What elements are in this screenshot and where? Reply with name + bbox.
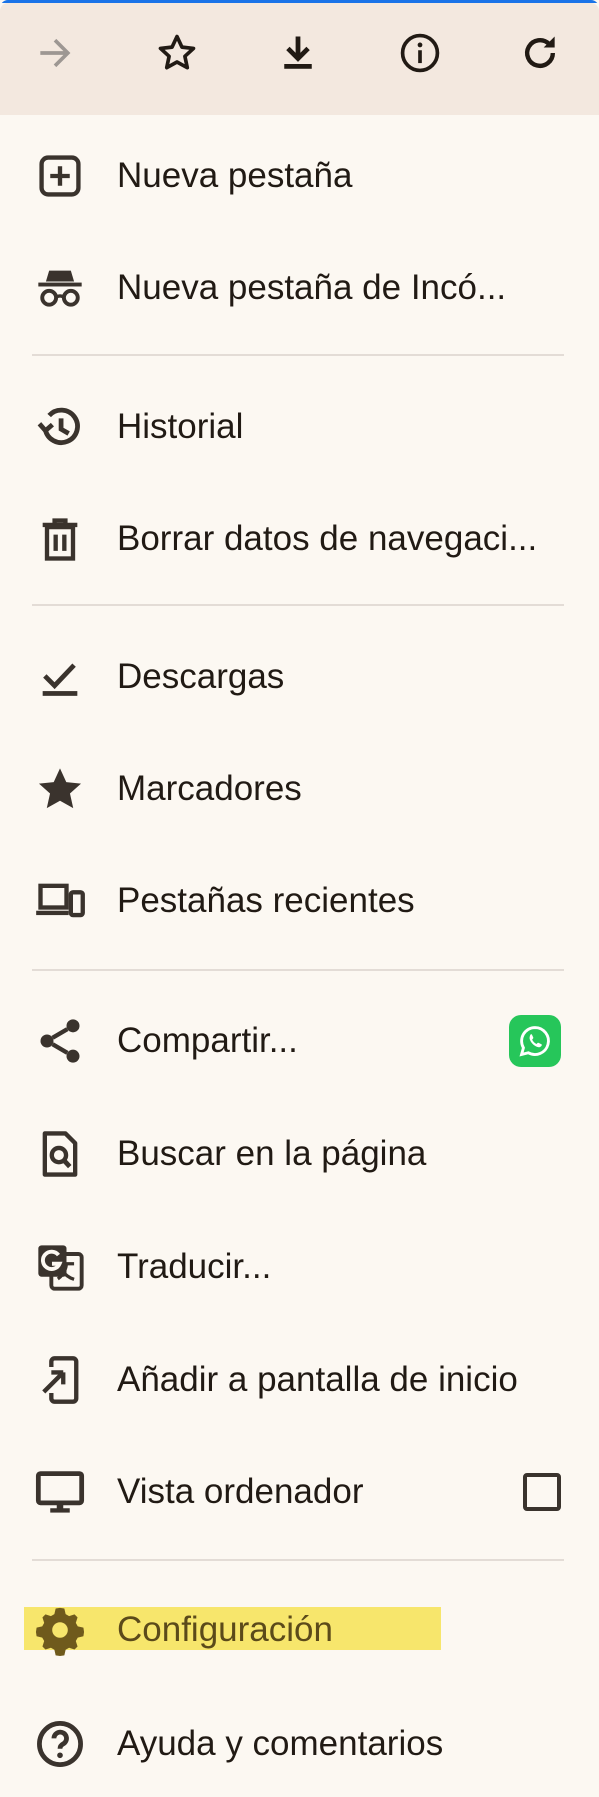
menu-item-share[interactable]: Compartir... (0, 985, 599, 1097)
menu-toolbar (0, 3, 599, 115)
gear-icon (30, 1600, 90, 1660)
incognito-icon (30, 258, 90, 318)
menu-divider (32, 969, 564, 971)
menu-item-add-to-home-screen[interactable]: Añadir a pantalla de inicio (0, 1324, 599, 1436)
bookmark-star-button[interactable] (137, 13, 217, 93)
menu-item-desktop-site[interactable]: Vista ordenador (0, 1436, 599, 1548)
menu-item-label: Configuración (117, 1610, 333, 1649)
refresh-icon (524, 36, 556, 69)
browser-overflow-menu: Nueva pestaña Nueva pestaña de Incó... H… (0, 0, 599, 1797)
history-icon (30, 397, 90, 457)
menu-item-label: Vista ordenador (117, 1472, 364, 1511)
menu-item-label: Marcadores (117, 769, 302, 808)
menu-item-label: Descargas (117, 657, 285, 696)
menu-item-bookmarks[interactable]: Marcadores (0, 733, 599, 845)
menu-item-translate[interactable]: Traducir... (0, 1211, 599, 1323)
desktop-site-checkbox[interactable] (523, 1473, 561, 1511)
checkbox-unchecked (523, 1473, 561, 1511)
menu-item-label: Historial (117, 407, 244, 446)
whatsapp-icon (509, 1015, 561, 1067)
share-icon (30, 1011, 90, 1071)
menu-item-label: Buscar en la página (117, 1134, 427, 1173)
forward-icon (40, 38, 71, 68)
star-outline-icon (158, 34, 196, 70)
download-icon (284, 36, 312, 69)
downloads-check-icon (30, 647, 90, 707)
menu-item-label: Nueva pestaña (117, 156, 353, 195)
menu-item-clear-browsing-data[interactable]: Borrar datos de navegaci... (0, 483, 599, 595)
menu-item-label: Añadir a pantalla de inicio (117, 1360, 518, 1399)
star-filled-icon (30, 759, 90, 819)
page-info-button[interactable] (380, 13, 460, 93)
menu-item-label: Nueva pestaña de Incó... (117, 268, 507, 307)
whatsapp-share-shortcut[interactable] (509, 1015, 561, 1067)
menu-divider (32, 354, 564, 356)
forward-button[interactable] (15, 13, 95, 93)
translate-icon (30, 1237, 90, 1297)
refresh-button[interactable] (500, 13, 580, 93)
menu-divider (32, 604, 564, 606)
menu-item-recent-tabs[interactable]: Pestañas recientes (0, 845, 599, 957)
menu-item-help[interactable]: Ayuda y comentarios (0, 1688, 599, 1797)
menu-item-label: Ayuda y comentarios (117, 1724, 444, 1763)
menu-item-downloads[interactable]: Descargas (0, 621, 599, 733)
devices-icon (30, 871, 90, 931)
trash-icon (30, 509, 90, 569)
help-icon (30, 1714, 90, 1774)
menu-item-label: Traducir... (117, 1247, 272, 1286)
find-in-page-icon (30, 1124, 90, 1184)
menu-item-settings[interactable]: Configuración (0, 1574, 599, 1686)
menu-divider (32, 1559, 564, 1561)
download-page-button[interactable] (258, 13, 338, 93)
add-to-home-screen-icon (30, 1350, 90, 1410)
menu-item-find-in-page[interactable]: Buscar en la página (0, 1098, 599, 1210)
new-tab-icon (30, 146, 90, 206)
menu-item-new-tab[interactable]: Nueva pestaña (0, 120, 599, 232)
menu-item-history[interactable]: Historial (0, 371, 599, 483)
menu-item-label: Pestañas recientes (117, 881, 415, 920)
info-icon (400, 33, 440, 73)
menu-item-new-incognito-tab[interactable]: Nueva pestaña de Incó... (0, 232, 599, 344)
menu-item-label: Borrar datos de navegaci... (117, 519, 538, 558)
menu-item-label: Compartir... (117, 1021, 298, 1060)
desktop-icon (30, 1462, 90, 1522)
